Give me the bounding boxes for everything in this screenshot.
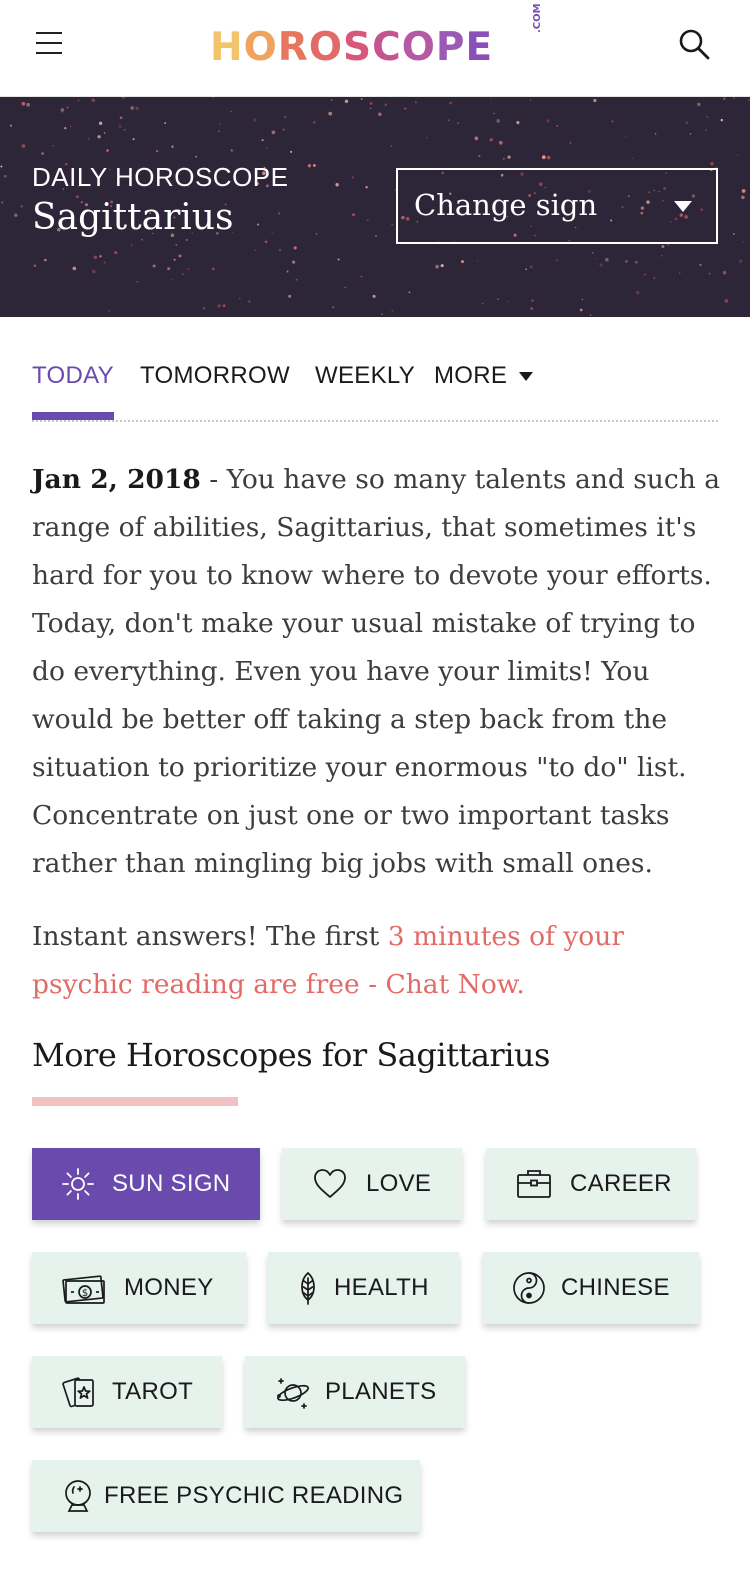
logo-letter: H [210, 25, 244, 70]
tab-today[interactable]: TODAY [32, 362, 114, 390]
sun-icon [60, 1166, 96, 1202]
money-label: MONEY [124, 1274, 214, 1301]
logo-wordmark: HOROSCOPE [210, 22, 540, 74]
logo-letter: O [308, 25, 343, 70]
hero-kicker: DAILY HOROSCOPE [32, 162, 289, 192]
logo-letter: C [372, 25, 402, 70]
logo-letter: E [465, 25, 494, 70]
logo-letter: O [243, 25, 278, 70]
change-sign-select[interactable]: Change sign [396, 168, 718, 244]
promo-prefix: Instant answers! The first [32, 921, 388, 952]
planets-label: PLANETS [325, 1378, 437, 1405]
briefcase-icon [516, 1166, 552, 1202]
hamburger-menu-icon[interactable] [32, 28, 66, 58]
free-psychic-reading-button[interactable]: FREE PSYCHIC READING [32, 1460, 420, 1532]
planets-button[interactable]: PLANETS [245, 1356, 465, 1428]
tab-tomorrow[interactable]: TOMORROW [140, 362, 290, 390]
heading-underline [32, 1097, 238, 1106]
more-horoscopes-heading: More Horoscopes for Sagittarius [32, 1036, 550, 1074]
logo-letter: S [342, 25, 373, 70]
sun-sign-button[interactable]: SUN SIGN [32, 1148, 260, 1220]
chinese-button[interactable]: CHINESE [483, 1252, 699, 1324]
caret-down-icon [674, 201, 692, 212]
active-tab-indicator [32, 412, 114, 420]
svg-text:$: $ [82, 1288, 88, 1299]
health-button[interactable]: HEALTH [268, 1252, 459, 1324]
top-nav-bar: HOROSCOPE .COM [0, 0, 750, 97]
money-button[interactable]: $ MONEY [32, 1252, 246, 1324]
caret-down-icon [519, 372, 534, 382]
money-icon: $ [62, 1270, 106, 1306]
crystal-ball-icon [60, 1478, 96, 1514]
free-psychic-reading-label: FREE PSYCHIC READING [104, 1482, 404, 1509]
psychic-promo: Instant answers! The first 3 minutes of … [32, 913, 722, 1009]
career-label: CAREER [570, 1170, 672, 1197]
sun-sign-label: SUN SIGN [112, 1170, 231, 1197]
tab-more[interactable]: MORE [434, 362, 534, 390]
reading-text: - You have so many talents and such a ra… [32, 464, 721, 879]
tarot-cards-icon [62, 1374, 98, 1410]
leaf-icon [290, 1270, 326, 1306]
hero-banner: DAILY HOROSCOPE Sagittarius Change sign [0, 97, 750, 317]
tab-more-label: MORE [434, 362, 508, 389]
career-button[interactable]: CAREER [486, 1148, 696, 1220]
horoscope-reading: Jan 2, 2018 - You have so many talents a… [32, 456, 722, 888]
love-label: LOVE [366, 1170, 432, 1197]
love-button[interactable]: LOVE [282, 1148, 462, 1220]
reading-date: Jan 2, 2018 [32, 464, 201, 495]
search-icon[interactable] [676, 26, 712, 62]
yin-yang-icon [511, 1270, 547, 1306]
tab-weekly[interactable]: WEEKLY [315, 362, 415, 390]
tarot-button[interactable]: TAROT [32, 1356, 222, 1428]
heart-icon [312, 1166, 348, 1202]
period-tabs: TODAY TOMORROW WEEKLY MORE [32, 362, 718, 422]
logo-letter: P [435, 25, 466, 70]
page-title: Sagittarius [32, 197, 234, 238]
logo-letter: R [277, 25, 309, 70]
health-label: HEALTH [334, 1274, 429, 1301]
change-sign-label: Change sign [414, 188, 598, 222]
site-logo[interactable]: HOROSCOPE .COM [210, 3, 543, 74]
chinese-label: CHINESE [561, 1274, 670, 1301]
logo-letter: O [401, 25, 436, 70]
planet-icon [275, 1374, 311, 1410]
logo-suffix: .COM [532, 3, 543, 33]
tarot-label: TAROT [112, 1378, 194, 1405]
